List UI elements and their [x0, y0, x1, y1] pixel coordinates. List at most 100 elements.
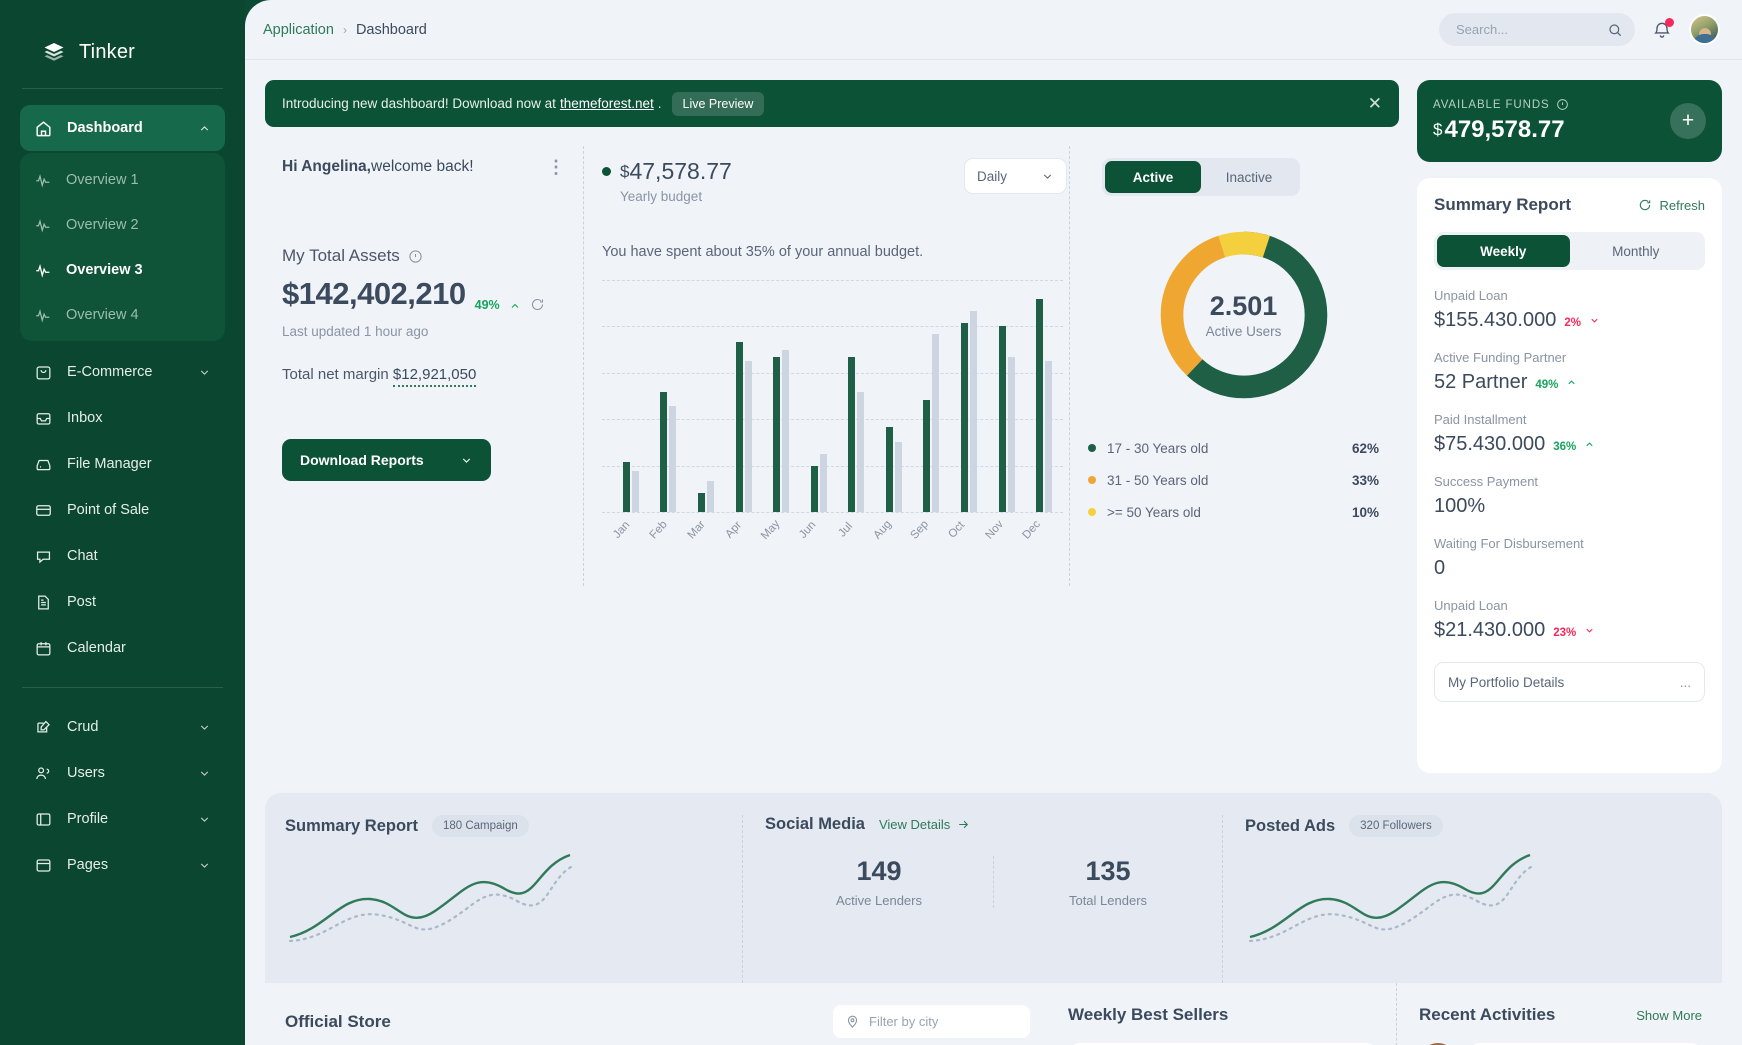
- search-box[interactable]: [1439, 13, 1635, 46]
- chevron-down-icon: [198, 721, 211, 734]
- chart-bar-budget: [1036, 299, 1043, 512]
- inbox-icon: [34, 409, 53, 428]
- sidebar-divider-2: [22, 687, 223, 688]
- budget-header: $47,578.77 Yearly budget Daily: [602, 158, 1069, 204]
- breadcrumb-root[interactable]: Application: [263, 22, 334, 38]
- chart-bar-group[interactable]: [837, 357, 875, 512]
- active-lenders-label: Active Lenders: [765, 893, 993, 908]
- summary-row-badge: 2%: [1564, 317, 1581, 329]
- summary-row-key: Active Funding Partner: [1434, 350, 1705, 365]
- sidebar-item-overview-4[interactable]: Overview 4: [20, 292, 225, 337]
- view-details-link[interactable]: View Details: [879, 817, 970, 832]
- sidebar-item-chat[interactable]: Chat: [20, 533, 225, 579]
- sidebar-item-profile[interactable]: Profile: [20, 796, 225, 842]
- sidebar-item-file-manager[interactable]: File Manager: [20, 441, 225, 487]
- breadcrumb: Application › Dashboard: [263, 22, 427, 38]
- tab-active[interactable]: Active: [1105, 161, 1201, 193]
- legend-dot-icon: [1088, 476, 1096, 484]
- chevron-down-icon: [198, 767, 211, 780]
- brand[interactable]: Tinker: [0, 0, 245, 74]
- notifications-button[interactable]: [1652, 20, 1672, 40]
- live-preview-button[interactable]: Live Preview: [672, 92, 765, 116]
- sidebar-item-pages[interactable]: Pages: [20, 842, 225, 888]
- sidebar-item-crud[interactable]: Crud: [20, 704, 225, 750]
- avatar[interactable]: [1689, 14, 1720, 45]
- sidebar-item-overview-2[interactable]: Overview 2: [20, 202, 225, 247]
- refresh-label: Refresh: [1659, 198, 1705, 213]
- refresh-button[interactable]: Refresh: [1638, 198, 1705, 213]
- official-store-card: Official Store 250 Official stores in 21…: [265, 983, 1050, 1045]
- sidebar-item-calendar[interactable]: Calendar: [20, 625, 225, 671]
- chart-bar-group[interactable]: [725, 342, 763, 512]
- download-reports-button[interactable]: Download Reports: [282, 439, 491, 481]
- portfolio-details-button[interactable]: My Portfolio Details ...: [1434, 662, 1705, 702]
- document-icon: [34, 593, 53, 612]
- info-icon[interactable]: [1556, 98, 1569, 111]
- city-filter-input[interactable]: [869, 1014, 1018, 1029]
- tab-monthly[interactable]: Monthly: [1570, 235, 1703, 267]
- summary-row-badge: 23%: [1553, 627, 1576, 639]
- chart-bar-spent: [820, 454, 827, 512]
- social-numbers: 149 Active Lenders 135 Total Lenders: [765, 856, 1222, 908]
- ads-title: Posted Ads: [1245, 817, 1335, 836]
- chart-bar-group[interactable]: [913, 334, 951, 512]
- sidebar-item-inbox[interactable]: Inbox: [20, 395, 225, 441]
- chat-icon: [34, 547, 53, 566]
- chart-bar-group[interactable]: [800, 454, 838, 512]
- chart-bar-budget: [961, 323, 968, 512]
- chart-x-label: Dec: [1015, 512, 1067, 564]
- sidebar-item-label: Users: [67, 765, 105, 781]
- summary-row-value: 52 Partner: [1434, 371, 1527, 394]
- sidebar-item-overview-3[interactable]: Overview 3: [20, 247, 225, 292]
- chart-bar-group[interactable]: [650, 392, 688, 512]
- chart-bar-group[interactable]: [1025, 299, 1063, 512]
- search-input[interactable]: [1456, 22, 1599, 37]
- chart-bar-group[interactable]: [988, 326, 1026, 512]
- promo-link[interactable]: themeforest.net: [560, 96, 654, 111]
- social-title: Social Media: [765, 815, 865, 834]
- net-margin-value[interactable]: $12,921,050: [393, 366, 476, 387]
- sidebar-item-label: Pages: [67, 857, 108, 873]
- summary-row-value-row: 52 Partner 49%: [1434, 371, 1705, 394]
- budget-amount-row: $47,578.77: [602, 158, 732, 185]
- budget-period-select[interactable]: Daily: [964, 158, 1067, 194]
- close-icon[interactable]: ✕: [1368, 95, 1382, 112]
- sidebar-item-ecommerce[interactable]: E-Commerce: [20, 349, 225, 395]
- chart-bar-budget: [660, 392, 667, 512]
- chart-bar-group[interactable]: [612, 462, 650, 512]
- refresh-icon[interactable]: [530, 297, 545, 312]
- more-options-icon[interactable]: ⋮: [547, 162, 565, 173]
- summary-row: Paid Installment $75.430.000 36%: [1434, 412, 1705, 456]
- sidebar-item-post[interactable]: Post: [20, 579, 225, 625]
- info-icon[interactable]: [408, 249, 423, 264]
- add-funds-button[interactable]: +: [1670, 103, 1706, 139]
- city-filter[interactable]: [833, 1005, 1030, 1038]
- budget-amount: $47,578.77: [620, 158, 732, 185]
- total-assets-value: $142,402,210: [282, 276, 466, 312]
- chart-bar-budget: [736, 342, 743, 512]
- arrow-right-icon: [957, 818, 970, 831]
- tab-inactive[interactable]: Inactive: [1201, 161, 1297, 193]
- sidebar-item-dashboard[interactable]: Dashboard: [20, 105, 225, 151]
- chart-bar-group[interactable]: [950, 311, 988, 512]
- net-margin-label: Total net margin: [282, 366, 389, 383]
- chart-bar-group[interactable]: [875, 427, 913, 512]
- chart-bar-group[interactable]: [762, 350, 800, 512]
- sidebar-item-overview-1[interactable]: Overview 1: [20, 157, 225, 202]
- show-more-link[interactable]: Show More: [1636, 1008, 1702, 1023]
- sidebar-item-users[interactable]: Users: [20, 750, 225, 796]
- total-assets-card: Hi Angelina, welcome back! ⋮ My Total As…: [265, 146, 583, 586]
- chart-bar-group[interactable]: [687, 481, 725, 512]
- funds-currency: $: [1433, 120, 1442, 139]
- sidebar-item-point-of-sale[interactable]: Point of Sale: [20, 487, 225, 533]
- search-icon[interactable]: [1607, 22, 1623, 38]
- tab-weekly[interactable]: Weekly: [1437, 235, 1570, 267]
- sidebar-item-label: Chat: [67, 548, 98, 564]
- legend-value: 10%: [1352, 505, 1379, 520]
- chevron-up-icon: [198, 122, 211, 135]
- chart-bar-budget: [923, 400, 930, 512]
- portfolio-label: My Portfolio Details: [1448, 675, 1564, 690]
- summary-row: Unpaid Loan $21.430.000 23%: [1434, 598, 1705, 642]
- chart-bar-spent: [632, 471, 639, 512]
- legend-label: >= 50 Years old: [1107, 505, 1201, 520]
